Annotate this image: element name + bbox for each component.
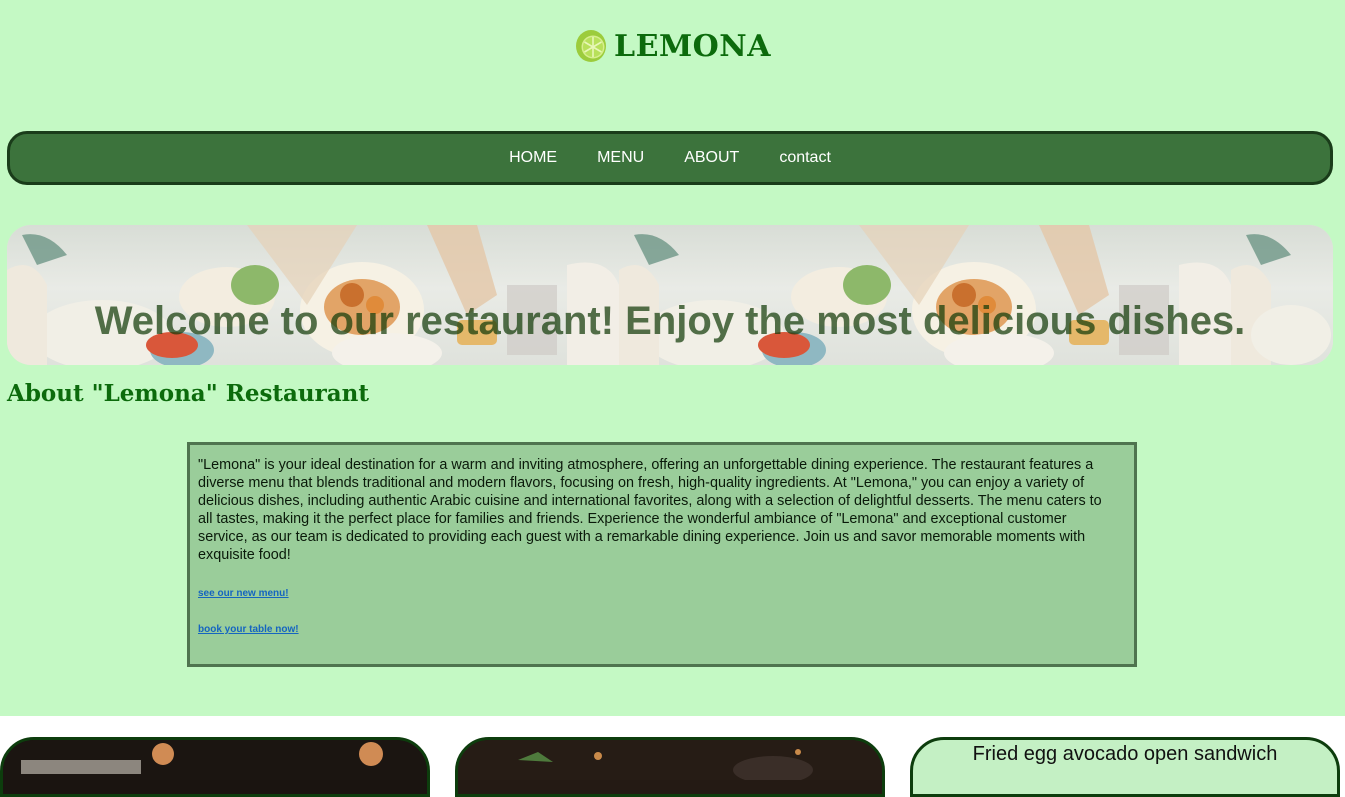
dish-card[interactable]: Fried egg avocado open sandwich [910, 737, 1340, 797]
about-heading: About "Lemona" Restaurant [7, 380, 370, 407]
nav-home[interactable]: HOME [509, 149, 557, 167]
brand-name: LEMONA [614, 28, 771, 64]
about-text: "Lemona" is your ideal destination for a… [198, 457, 1102, 563]
dish-image [458, 740, 882, 784]
book-table-link[interactable]: book your table now! [198, 624, 1118, 635]
dish-card[interactable] [0, 737, 430, 797]
main-nav: HOME MENU ABOUT contact [7, 131, 1333, 185]
hero-title: Welcome to our restaurant! Enjoy the mos… [94, 299, 1246, 344]
dish-image [3, 740, 427, 780]
lime-icon [576, 30, 606, 62]
nav-menu[interactable]: MENU [597, 149, 644, 167]
hero-banner: Welcome to our restaurant! Enjoy the mos… [7, 225, 1333, 365]
dish-card[interactable] [455, 737, 885, 797]
nav-contact[interactable]: contact [779, 149, 831, 167]
dish-title: Fried egg avocado open sandwich [972, 743, 1278, 765]
site-logo[interactable]: LEMONA [0, 28, 1345, 64]
nav-about[interactable]: ABOUT [684, 149, 739, 167]
menu-link[interactable]: see our new menu! [198, 588, 1118, 599]
about-box: "Lemona" is your ideal destination for a… [187, 442, 1137, 667]
